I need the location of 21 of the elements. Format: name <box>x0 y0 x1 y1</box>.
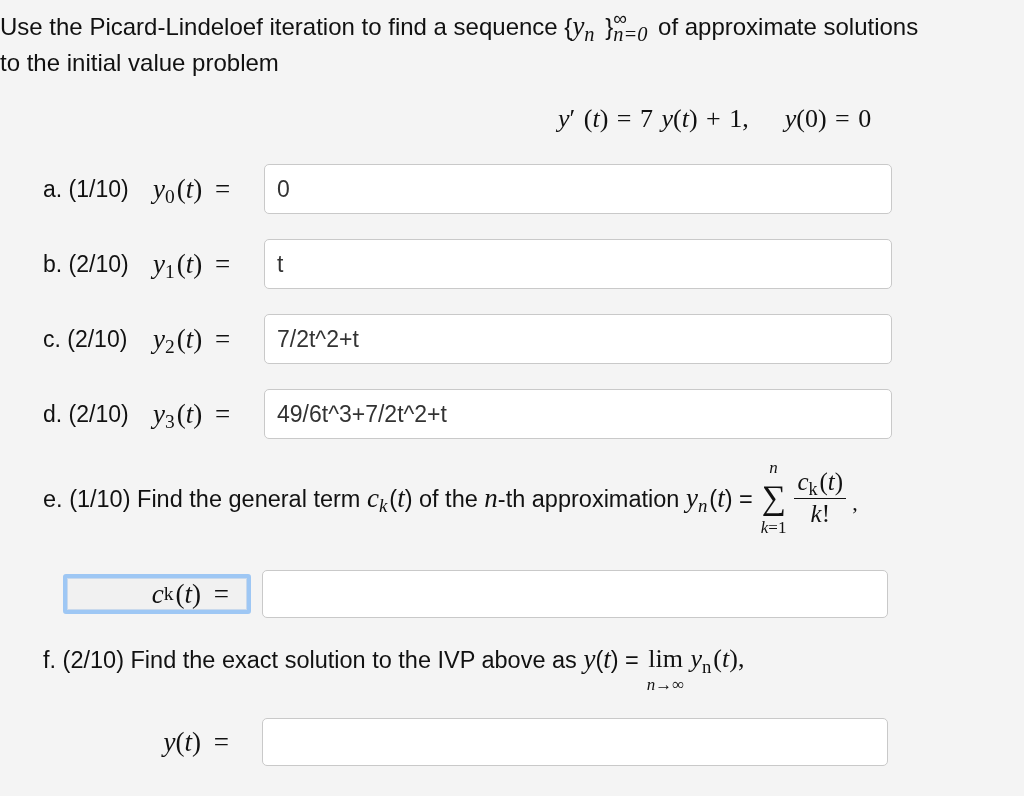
math-label: y$_{1}$(t) = <box>153 248 232 280</box>
math-label: y$_{0}$(t) = <box>153 173 232 205</box>
answer-field[interactable] <box>262 718 888 766</box>
math-label: y(t) = <box>160 725 230 759</box>
instruction-text: Use the Picard-Lindeloef iteration to find a sequence {y$_{n}$ }$^{∞}$$_{n=0}$ of approximate solutions to the initial value problem <box>0 8 920 78</box>
question-text: f. (2/10) Find the exact solution to the IVP above as y(t) = <box>43 643 639 676</box>
answer-field[interactable]: t <box>264 239 892 289</box>
part-label: a. (1/10) <box>43 175 130 203</box>
part-label: b. (2/10) <box>43 250 130 278</box>
equation-text: y′ (t) = 7 y(t) + 1, <box>558 104 749 134</box>
equation-text: y(0) = 0 <box>784 104 872 134</box>
part-label: d. (2/10) <box>43 400 130 428</box>
answer-field[interactable]: 7/2t^2+t <box>264 314 892 364</box>
part-label: c. (2/10) <box>43 325 129 353</box>
answer-field[interactable]: 49/6t^3+7/2t^2+t <box>264 389 892 439</box>
question-text: e. (1/10) Find the general term c$_{k}$(t) of the n-th approximation y$_{n}$(t) = <box>43 481 753 517</box>
answer-field[interactable] <box>262 570 888 618</box>
answer-field[interactable]: 0 <box>264 164 892 214</box>
math-label: y$_{2}$(t) = <box>153 323 232 355</box>
limit-formula: lim n→∞ y$_{n}$(t), <box>646 643 745 693</box>
math-label: y$_{3}$(t) = <box>153 398 232 430</box>
